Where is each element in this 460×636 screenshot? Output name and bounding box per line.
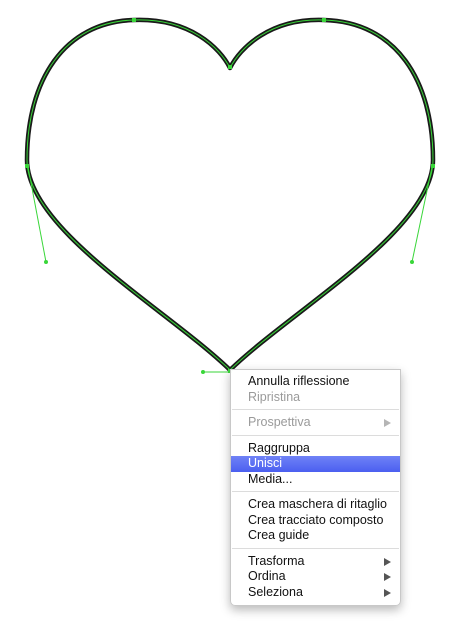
submenu-arrow-icon (384, 557, 391, 566)
menu-item-label: Crea tracciato composto (248, 512, 384, 527)
menu-item-label: Unisci (248, 456, 283, 470)
menu-item-unisci[interactable]: Unisci (231, 456, 400, 472)
menu-item-label: Ripristina (248, 389, 301, 404)
menu-item-label: Annulla riflessione (248, 374, 350, 388)
menu-item-raggruppa[interactable]: Raggruppa (231, 441, 400, 457)
menu-item-label: Trasforma (248, 553, 305, 568)
menu-separator (232, 434, 399, 436)
anchor-point[interactable] (25, 164, 29, 168)
menu-separator (232, 491, 399, 492)
menu-item-label: Crea maschera di ritaglio (248, 497, 387, 511)
submenu-arrow-icon (384, 588, 391, 597)
menu-item-label: Raggruppa (248, 440, 310, 455)
submenu-arrow-icon (384, 419, 391, 427)
menu-item-seleziona[interactable]: Seleziona (231, 585, 400, 601)
anchor-point[interactable] (431, 164, 435, 168)
menu-item-crea-tracciato-composto[interactable]: Crea tracciato composto (231, 513, 400, 529)
menu-item-label: Ordina (248, 569, 286, 583)
menu-item-media[interactable]: Media... (231, 472, 400, 488)
direction-handle-point[interactable] (201, 370, 205, 374)
menu-item-annulla-riflessione[interactable]: Annulla riflessione (231, 374, 400, 390)
anchor-point[interactable] (322, 18, 326, 22)
menu-separator (232, 409, 399, 410)
direction-handle-point[interactable] (44, 260, 48, 264)
anchor-point[interactable] (228, 65, 232, 69)
menu-item-label: Seleziona (248, 584, 303, 599)
menu-item-label: Media... (248, 471, 293, 486)
context-menu: Annulla riflessione Ripristina Prospetti… (230, 369, 401, 606)
menu-item-crea-guide[interactable]: Crea guide (231, 528, 400, 544)
menu-item-crea-maschera-di-ritaglio[interactable]: Crea maschera di ritaglio (231, 497, 400, 513)
menu-item-label: Crea guide (248, 528, 310, 542)
menu-item-trasforma[interactable]: Trasforma (231, 554, 400, 570)
menu-item-ordina[interactable]: Ordina (231, 569, 400, 585)
submenu-arrow-icon (384, 573, 391, 581)
anchor-point[interactable] (132, 18, 136, 22)
menu-item-label: Prospettiva (248, 415, 311, 429)
menu-item-prospettiva: Prospettiva (231, 415, 400, 431)
menu-item-ripristina: Ripristina (231, 390, 400, 406)
direction-handle-point[interactable] (410, 260, 414, 264)
menu-separator (232, 547, 399, 549)
heart-shape[interactable] (24, 17, 436, 373)
